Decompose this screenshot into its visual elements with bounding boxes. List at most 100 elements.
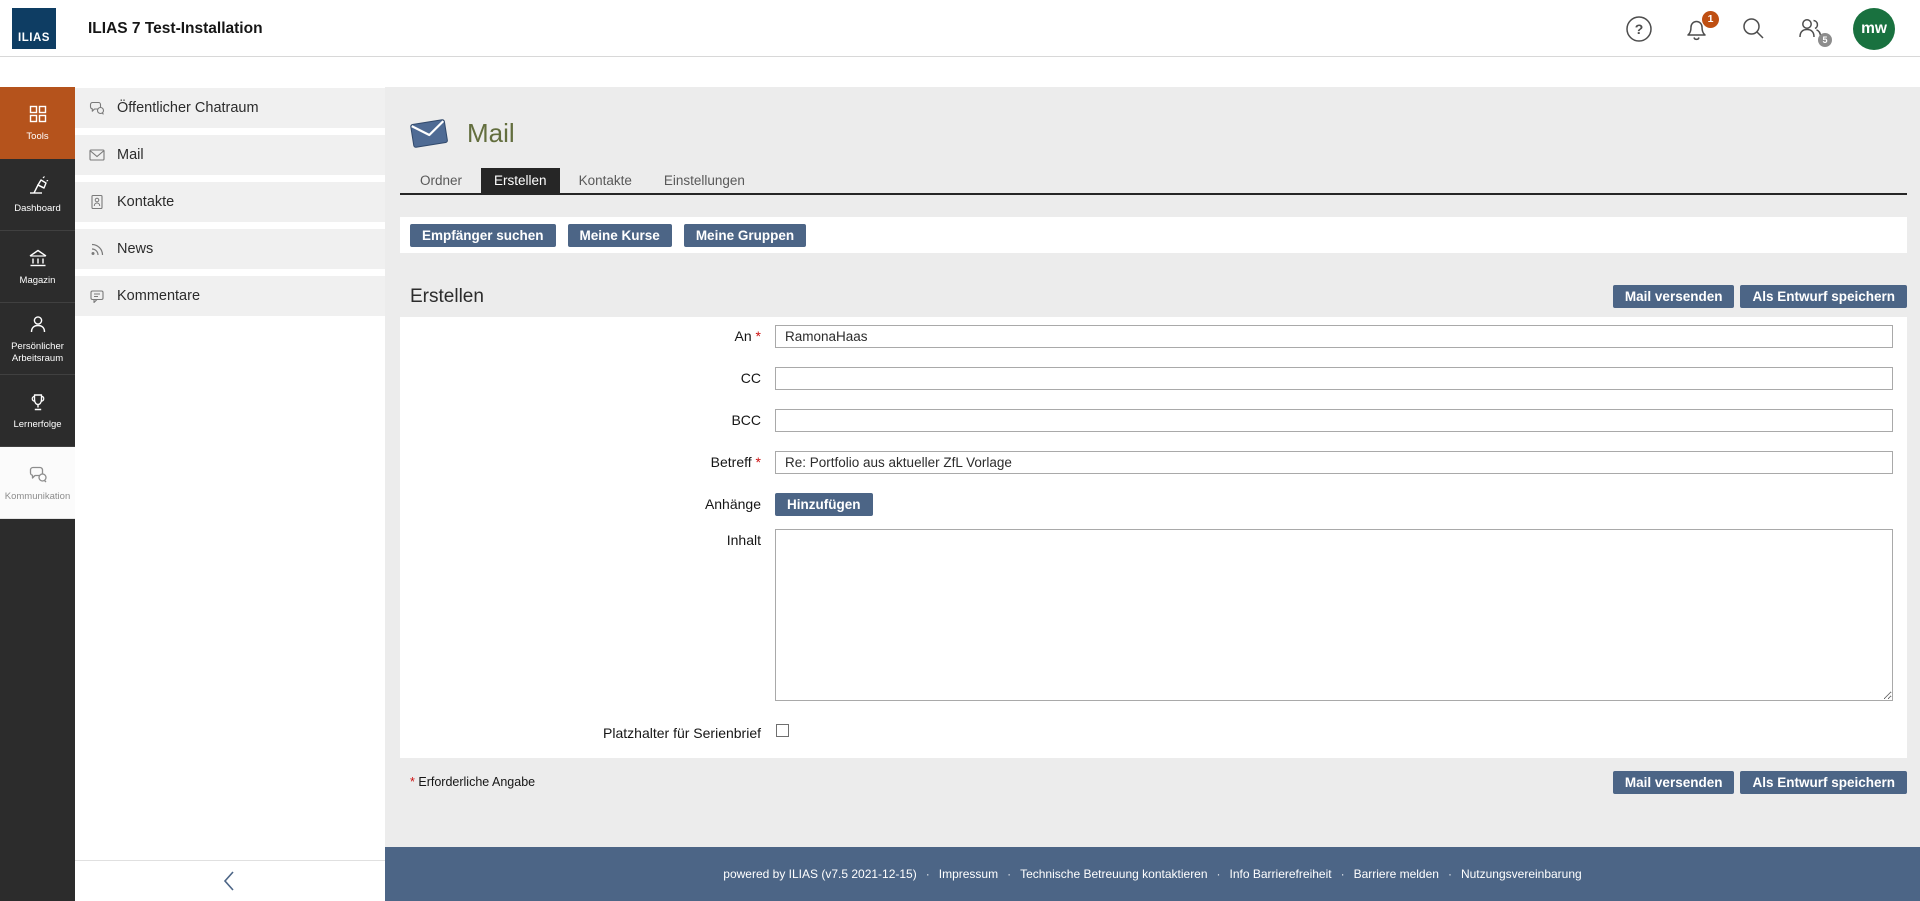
notifications-count-badge: 1 [1702,11,1719,28]
news-icon [88,240,106,258]
mainbar-item-lernerfolge[interactable]: Lernerfolge [0,375,75,447]
online-users-button[interactable]: 5 [1796,15,1824,43]
page-header: Mail [400,111,1907,155]
slate-item-kontakte[interactable]: Kontakte [75,182,385,222]
meine-kurse-button[interactable]: Meine Kurse [568,224,672,247]
bcc-label: BCC [400,409,775,432]
hinzufuegen-button[interactable]: Hinzufügen [775,493,873,516]
mainbar-item-tools[interactable]: Tools [0,87,75,159]
form-row-serienbrief: Platzhalter für Serienbrief [400,722,1893,742]
user-avatar[interactable]: mw [1853,8,1895,50]
footer-link-technische-betreuung[interactable]: Technische Betreuung kontaktieren [1020,867,1207,881]
anhaenge-label: Anhänge [400,493,775,516]
betreff-input[interactable] [775,451,1893,474]
required-marker: * [756,454,761,470]
slate-item-label: Kontakte [117,194,174,210]
slate-item-label: Mail [117,147,144,163]
tab-kontakte[interactable]: Kontakte [566,168,645,193]
serienbrief-checkbox[interactable] [776,724,789,737]
mainbar-item-label: Dashboard [14,203,60,214]
top-header: ILIAS ILIAS 7 Test-Installation ? 1 [0,0,1920,57]
form-actions-bottom: Mail versenden Als Entwurf speichern [1613,771,1907,794]
required-marker: * [756,328,761,344]
serienbrief-label: Platzhalter für Serienbrief [400,722,775,742]
tab-einstellungen[interactable]: Einstellungen [651,168,758,193]
page-footer: powered by ILIAS (v7.5 2021-12-15) · Imp… [385,847,1920,901]
bcc-input[interactable] [775,409,1893,432]
als-entwurf-speichern-button-bottom[interactable]: Als Entwurf speichern [1740,771,1907,794]
mainbar-item-kommunikation[interactable]: Kommunikation [0,447,75,519]
mainbar-item-label: Magazin [20,275,56,286]
mail-object-icon [408,114,450,152]
inhalt-textarea[interactable] [775,529,1893,701]
footer-separator: · [1448,867,1452,881]
mail-icon [88,146,106,164]
required-hint: * Erforderliche Angabe [410,775,535,789]
slate-item-mail[interactable]: Mail [75,135,385,175]
search-button[interactable] [1739,15,1767,43]
cc-input[interactable] [775,367,1893,390]
communication-icon [27,463,49,485]
footer-separator: · [1007,867,1011,881]
app-root: ILIAS ILIAS 7 Test-Installation ? 1 [0,0,1920,901]
mainbar-item-label: Tools [26,131,48,142]
footer-separator: · [1341,867,1345,881]
an-label: An * [400,325,775,348]
form-actions-top: Mail versenden Als Entwurf speichern [1613,285,1907,308]
inhalt-label: Inhalt [400,529,775,706]
an-input[interactable] [775,325,1893,348]
footer-link-nutzungsvereinbarung[interactable]: Nutzungsvereinbarung [1461,867,1582,881]
repository-icon [27,247,49,269]
achievements-icon [27,391,49,413]
slate-item-label: News [117,241,153,257]
main-content: Mail Ordner Erstellen Kontakte Einstellu… [385,87,1920,847]
grid-icon [27,103,49,125]
footer-link-barriere-melden[interactable]: Barriere melden [1354,867,1439,881]
chatroom-icon [88,99,106,117]
cc-label: CC [400,367,775,390]
metabar: ? 1 [1625,0,1920,57]
contacts-icon [88,193,106,211]
help-icon: ? [1625,15,1653,43]
mail-toolbar: Empfänger suchen Meine Kurse Meine Grupp… [400,217,1907,253]
collapse-slate-button[interactable] [213,864,247,898]
mainbar-item-label: Kommunikation [5,491,70,502]
tab-ordner[interactable]: Ordner [407,168,475,193]
mail-versenden-button-top[interactable]: Mail versenden [1613,285,1735,308]
mainbar-item-persoenlicher-arbeitsraum[interactable]: Persönlicher Arbeitsraum [0,303,75,375]
footer-link-info-barrierefreiheit[interactable]: Info Barrierefreiheit [1230,867,1332,881]
slate-item-oeffentlicher-chatraum[interactable]: Öffentlicher Chatraum [75,88,385,128]
form-row-an: An * [400,325,1893,348]
tab-bar: Ordner Erstellen Kontakte Einstellungen [400,168,1907,195]
mainbar-item-magazin[interactable]: Magazin [0,231,75,303]
slate-item-kommentare[interactable]: Kommentare [75,276,385,316]
slate-item-label: Kommentare [117,288,200,304]
form-footer-row: * Erforderliche Angabe Mail versenden Al… [400,764,1907,800]
als-entwurf-speichern-button-top[interactable]: Als Entwurf speichern [1740,285,1907,308]
mainbar-item-label: Persönlicher Arbeitsraum [3,341,72,364]
meine-gruppen-button[interactable]: Meine Gruppen [684,224,806,247]
footer-link-impressum[interactable]: Impressum [939,867,998,881]
form-row-bcc: BCC [400,409,1893,432]
empfaenger-suchen-button[interactable]: Empfänger suchen [410,224,556,247]
slate-item-news[interactable]: News [75,229,385,269]
mail-versenden-button-bottom[interactable]: Mail versenden [1613,771,1735,794]
form-row-betreff: Betreff * [400,451,1893,474]
search-icon [1740,15,1767,42]
help-button[interactable]: ? [1625,15,1653,43]
ilias-logo[interactable]: ILIAS [12,8,56,49]
comments-icon [88,287,106,305]
online-users-count-badge: 5 [1818,33,1832,47]
powered-by-link[interactable]: powered by ILIAS (v7.5 2021-12-15) [723,867,916,881]
notifications-button[interactable]: 1 [1682,15,1710,43]
svg-text:?: ? [1635,21,1644,37]
form-row-cc: CC [400,367,1893,390]
installation-title: ILIAS 7 Test-Installation [88,0,263,57]
tab-erstellen[interactable]: Erstellen [481,168,560,193]
mainbar-item-dashboard[interactable]: Dashboard [0,159,75,231]
communication-slate: Öffentlicher Chatraum Mail Kontakte Ne [75,87,385,901]
betreff-label: Betreff * [400,451,775,474]
mainbar: Tools Dashboard Magazin [0,87,75,901]
slate-item-label: Öffentlicher Chatraum [117,100,259,116]
form-row-inhalt: Inhalt [400,529,1893,706]
